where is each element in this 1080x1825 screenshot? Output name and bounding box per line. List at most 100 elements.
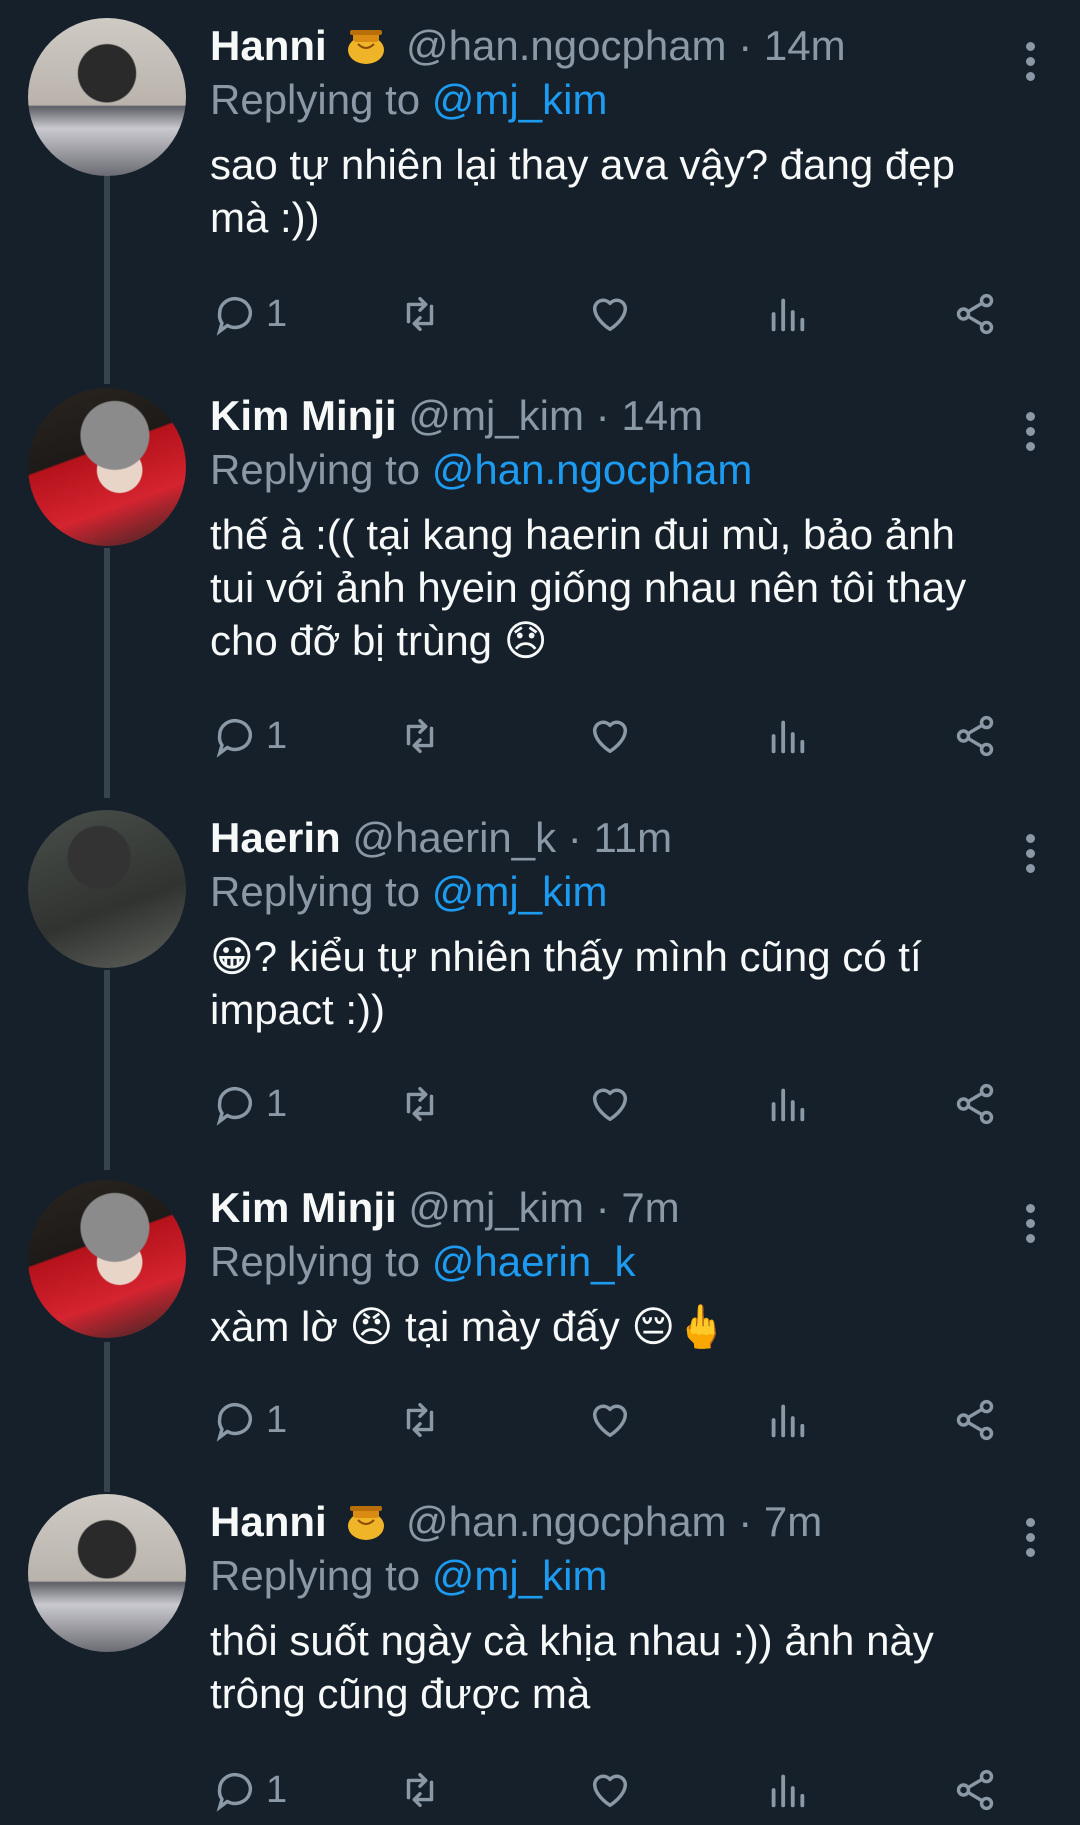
heart-icon xyxy=(592,1774,628,1808)
handle[interactable]: @han.ngocpham xyxy=(406,22,727,69)
separator-dot: · xyxy=(726,22,764,69)
replying-prefix: Replying to xyxy=(210,1238,421,1285)
mention-link[interactable]: @mj_kim xyxy=(432,868,608,915)
avatar[interactable] xyxy=(28,388,186,546)
like-button[interactable] xyxy=(587,708,633,764)
views-icon xyxy=(771,298,805,332)
tweet-header: Hanni @han.ngocpham · 7m xyxy=(210,1494,1040,1550)
display-name[interactable]: Haerin xyxy=(210,814,341,861)
timestamp[interactable]: 14m xyxy=(764,22,846,69)
retweet-icon xyxy=(406,718,434,754)
reply-icon xyxy=(216,297,253,336)
more-options-icon[interactable] xyxy=(1024,42,1036,86)
avatar[interactable] xyxy=(28,1494,186,1652)
tweet-text-line: tui với ảnh hyein giống nhau nên tôi tha… xyxy=(210,564,967,611)
views-button[interactable] xyxy=(764,286,810,342)
views-icon xyxy=(771,720,805,754)
replying-to-line: Replying to @han.ngocpham xyxy=(210,444,1040,500)
more-options-icon[interactable] xyxy=(1024,1204,1036,1248)
replying-prefix: Replying to xyxy=(210,868,421,915)
replying-prefix: Replying to xyxy=(210,446,421,493)
avatar[interactable] xyxy=(28,18,186,176)
replying-prefix: Replying to xyxy=(210,76,421,123)
heart-icon xyxy=(592,1404,628,1438)
mention-link[interactable]: @mj_kim xyxy=(432,76,608,123)
reply-button[interactable]: 1 xyxy=(212,1076,287,1132)
like-button[interactable] xyxy=(587,286,633,342)
timestamp[interactable]: 14m xyxy=(621,392,703,439)
reply-button[interactable]: 1 xyxy=(212,1762,287,1818)
views-button[interactable] xyxy=(764,1762,810,1818)
tweet-header: Hanni @han.ngocpham · 14m xyxy=(210,18,1040,74)
heart-icon xyxy=(592,1088,628,1122)
tweet-actions: 1 xyxy=(212,1762,1012,1818)
tweet-text-line: 😀? kiểu tự nhiên thấy mình cũng có tí xyxy=(210,933,922,980)
retweet-button[interactable] xyxy=(397,1392,443,1448)
retweet-button[interactable] xyxy=(397,708,443,764)
reply-icon xyxy=(216,719,253,758)
handle[interactable]: @mj_kim xyxy=(408,392,584,439)
tweet[interactable]: Kim Minji @mj_kim · 14m Replying to @han… xyxy=(0,388,1080,758)
timestamp[interactable]: 7m xyxy=(764,1498,822,1545)
tweet-header: Haerin @haerin_k · 11m xyxy=(210,810,1040,866)
more-options-icon[interactable] xyxy=(1024,1518,1036,1562)
retweet-button[interactable] xyxy=(397,1076,443,1132)
tweet-actions: 1 xyxy=(212,1076,1012,1132)
more-options-icon[interactable] xyxy=(1024,834,1036,878)
avatar[interactable] xyxy=(28,1180,186,1338)
mention-link[interactable]: @mj_kim xyxy=(432,1552,608,1599)
handle[interactable]: @han.ngocpham xyxy=(406,1498,727,1545)
tweet-text-line: thôi suốt ngày cà khịa nhau :)) ảnh này xyxy=(210,1617,934,1664)
like-button[interactable] xyxy=(587,1762,633,1818)
tweet-text-line: trông cũng được mà xyxy=(210,1670,591,1717)
retweet-button[interactable] xyxy=(397,1762,443,1818)
tweet-header: Kim Minji @mj_kim · 14m xyxy=(210,388,1040,444)
tweet-text-line: mà :)) xyxy=(210,194,320,241)
tweet-text-line: xàm lờ 😠 tại mày đấy 😔🖕 xyxy=(210,1303,728,1350)
separator-dot: · xyxy=(583,392,622,439)
tweet-text: 😀? kiểu tự nhiên thấy mình cũng có tí im… xyxy=(210,930,1040,1036)
share-button[interactable] xyxy=(952,1076,998,1132)
tweet-text-line: thế à :(( tại kang haerin đui mù, bảo ản… xyxy=(210,511,955,558)
handle[interactable]: @mj_kim xyxy=(408,1184,584,1231)
like-button[interactable] xyxy=(587,1076,633,1132)
reply-button[interactable]: 1 xyxy=(212,1392,287,1448)
mention-link[interactable]: @han.ngocpham xyxy=(432,446,753,493)
retweet-icon xyxy=(406,1772,434,1808)
replying-to-line: Replying to @mj_kim xyxy=(210,866,1040,922)
timestamp[interactable]: 11m xyxy=(593,814,672,861)
reply-button[interactable]: 1 xyxy=(212,708,287,764)
share-button[interactable] xyxy=(952,708,998,764)
reply-count: 1 xyxy=(266,1082,288,1125)
replying-to-line: Replying to @haerin_k xyxy=(210,1236,1040,1292)
display-name[interactable]: Hanni xyxy=(210,22,327,69)
avatar[interactable] xyxy=(28,810,186,968)
handle[interactable]: @haerin_k xyxy=(352,814,556,861)
retweet-icon xyxy=(406,1086,434,1122)
share-icon xyxy=(956,293,994,335)
share-button[interactable] xyxy=(952,286,998,342)
timestamp[interactable]: 7m xyxy=(621,1184,679,1231)
retweet-button[interactable] xyxy=(397,286,443,342)
heart-icon xyxy=(592,298,628,332)
replying-to-line: Replying to @mj_kim xyxy=(210,1550,1040,1606)
tweet-text-line: impact :)) xyxy=(210,986,386,1033)
share-button[interactable] xyxy=(952,1762,998,1818)
views-button[interactable] xyxy=(764,708,810,764)
heart-icon xyxy=(592,720,628,754)
tweet-text: thôi suốt ngày cà khịa nhau :)) ảnh này … xyxy=(210,1614,1040,1720)
retweet-icon xyxy=(406,1402,434,1438)
views-button[interactable] xyxy=(764,1076,810,1132)
more-options-icon[interactable] xyxy=(1024,412,1036,456)
share-button[interactable] xyxy=(952,1392,998,1448)
views-button[interactable] xyxy=(764,1392,810,1448)
display-name[interactable]: Hanni xyxy=(210,1498,327,1545)
reply-count: 1 xyxy=(266,714,288,757)
display-name[interactable]: Kim Minji xyxy=(210,1184,397,1231)
like-button[interactable] xyxy=(587,1392,633,1448)
reply-button[interactable]: 1 xyxy=(212,286,287,342)
separator-dot: · xyxy=(726,1498,764,1545)
display-name[interactable]: Kim Minji xyxy=(210,392,397,439)
reply-thread: Hanni @han.ngocpham · 14m Replying to @m… xyxy=(0,0,1080,1825)
mention-link[interactable]: @haerin_k xyxy=(432,1238,636,1285)
